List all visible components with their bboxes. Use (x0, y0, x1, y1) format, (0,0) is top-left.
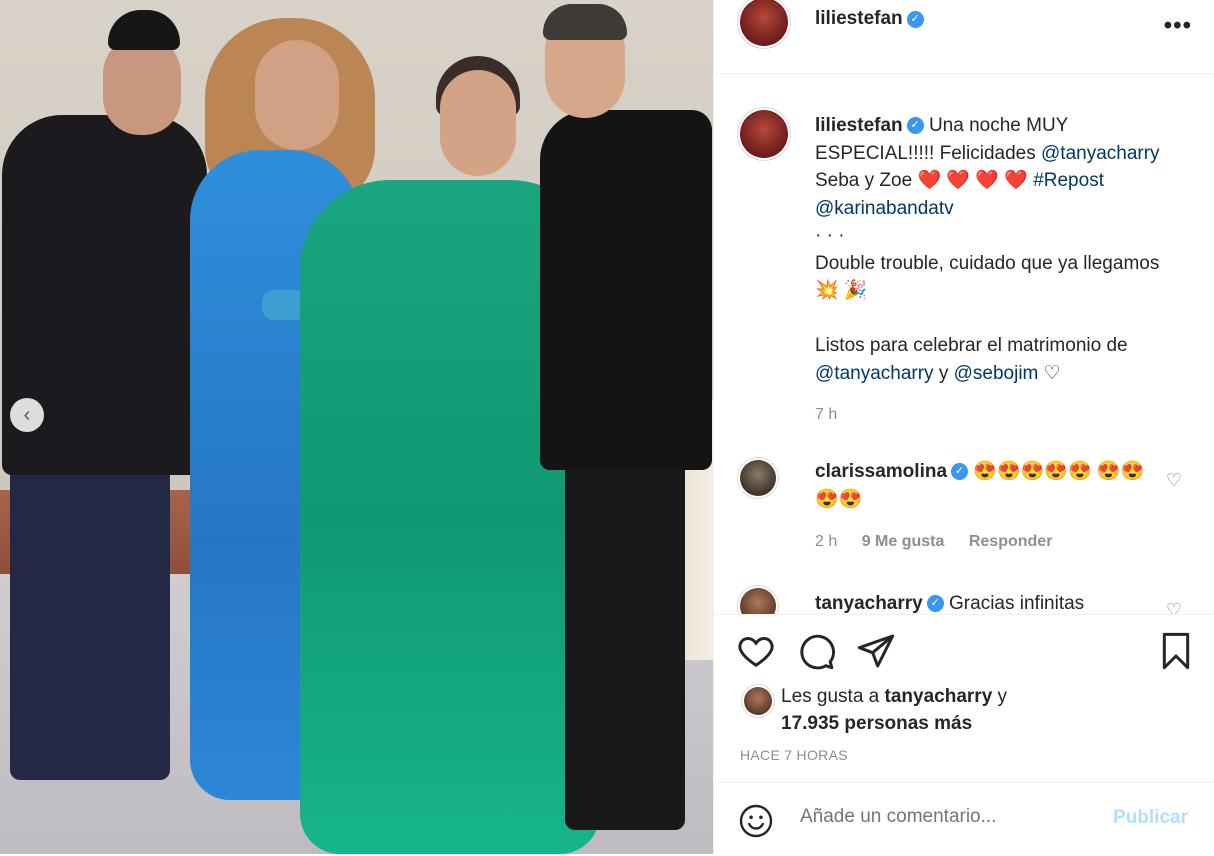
hashtag-link[interactable]: #Repost (1033, 170, 1104, 191)
mention-link[interactable]: @tanyacharry (815, 363, 934, 384)
caption-dots: · · · (815, 225, 845, 246)
person-2-head (255, 40, 339, 150)
person-4-legs (565, 440, 685, 830)
verified-icon: ✓ (906, 11, 924, 29)
post-actions: Les gusta a tanyacharry y 17.935 persona… (714, 614, 1214, 855)
comment-text: Gracias infinitas (949, 593, 1085, 614)
likes-summary: Les gusta a tanyacharry y 17.935 persona… (781, 683, 1007, 737)
hearts-emoji: ❤️ ❤️ ❤️ ❤️ (917, 170, 1028, 191)
commenter-avatar[interactable] (740, 460, 776, 496)
comment-likes[interactable]: 9 Me gusta (862, 533, 945, 550)
comment-username[interactable]: clarissamolina (815, 461, 947, 482)
comment-like-heart-icon[interactable]: ♡ (1166, 600, 1182, 614)
comment: clarissamolina ✓ 😍😍😍😍😍 😍😍😍😍 (815, 458, 1145, 514)
comment-username[interactable]: tanyacharry (815, 593, 923, 614)
caption-avatar[interactable] (740, 110, 788, 158)
publish-button[interactable]: Publicar (1113, 807, 1188, 829)
caption-text-2: Seba y Zoe (815, 170, 913, 191)
chevron-left-icon: ‹ (23, 403, 31, 426)
liker-username[interactable]: tanyacharry (885, 686, 993, 707)
liker-avatar[interactable] (744, 687, 772, 715)
person-1-legs (10, 440, 170, 780)
commenter-avatar[interactable] (740, 588, 776, 614)
comment-time[interactable]: 2 h (815, 533, 837, 550)
more-options-button[interactable]: ••• (1164, 12, 1192, 40)
person-1-head (103, 35, 181, 135)
comments-scroll[interactable]: liliestefan ✓ Una noche MUY ESPECIAL!!!!!… (714, 74, 1214, 614)
reply-button[interactable]: Responder (969, 533, 1053, 550)
author-name-row: liliestefan ✓ (815, 8, 924, 30)
author-avatar[interactable] (740, 0, 788, 46)
heart-outline-emoji: ♡ (1043, 362, 1061, 384)
person-4-tuxedo (540, 110, 712, 470)
comment-icon[interactable] (796, 631, 836, 671)
comment-input[interactable] (798, 805, 1102, 829)
carousel-prev-button[interactable]: ‹ (10, 398, 44, 432)
post-panel: liliestefan ✓ ••• liliestefan ✓ Una noche … (713, 0, 1214, 854)
mention-link[interactable]: @sebojim (954, 363, 1039, 384)
caption-time[interactable]: 7 h (815, 401, 1185, 429)
post-photo[interactable]: ‹ (0, 0, 713, 854)
caption-emoji: 💥 🎉 (815, 280, 868, 301)
caption: liliestefan ✓ Una noche MUY ESPECIAL!!!!!… (815, 112, 1185, 429)
comment: tanyacharry ✓ Gracias infinitas (815, 590, 1145, 614)
caption-line-4: Listos para celebrar el matrimonio de (815, 335, 1128, 356)
emoji-icon[interactable] (738, 803, 774, 839)
caption-text-y: y (938, 362, 949, 384)
verified-icon: ✓ (951, 463, 969, 481)
author-username[interactable]: liliestefan (815, 8, 903, 29)
mention-link[interactable]: @karinabandatv (815, 198, 954, 219)
post-header: liliestefan ✓ ••• (714, 0, 1214, 74)
likes-prefix: Les gusta a (781, 686, 880, 707)
comment-box: Publicar (714, 782, 1214, 856)
caption-line-3: Double trouble, cuidado que ya llegamos (815, 252, 1160, 274)
caption-username[interactable]: liliestefan (815, 115, 903, 136)
post-timestamp[interactable]: HACE 7 HORAS (740, 747, 848, 763)
person-3-head (440, 70, 516, 176)
verified-icon: ✓ (906, 117, 924, 135)
comment-meta: 2 h 9 Me gusta Responder (815, 533, 1072, 551)
likes-suffix: y (997, 686, 1008, 707)
bookmark-icon[interactable] (1156, 631, 1196, 671)
verified-icon: ✓ (926, 595, 944, 613)
share-icon[interactable] (856, 631, 896, 671)
likes-count[interactable]: 17.935 personas más (781, 713, 972, 734)
person-4-hair (543, 4, 627, 40)
instagram-post: ‹ liliestefan ✓ ••• liliestefan ✓ Una noch… (0, 0, 1214, 854)
mention-link[interactable]: @tanyacharry (1041, 143, 1160, 164)
heart-icon[interactable] (736, 631, 776, 671)
person-1-hair (108, 10, 180, 50)
comment-like-heart-icon[interactable]: ♡ (1166, 470, 1182, 491)
